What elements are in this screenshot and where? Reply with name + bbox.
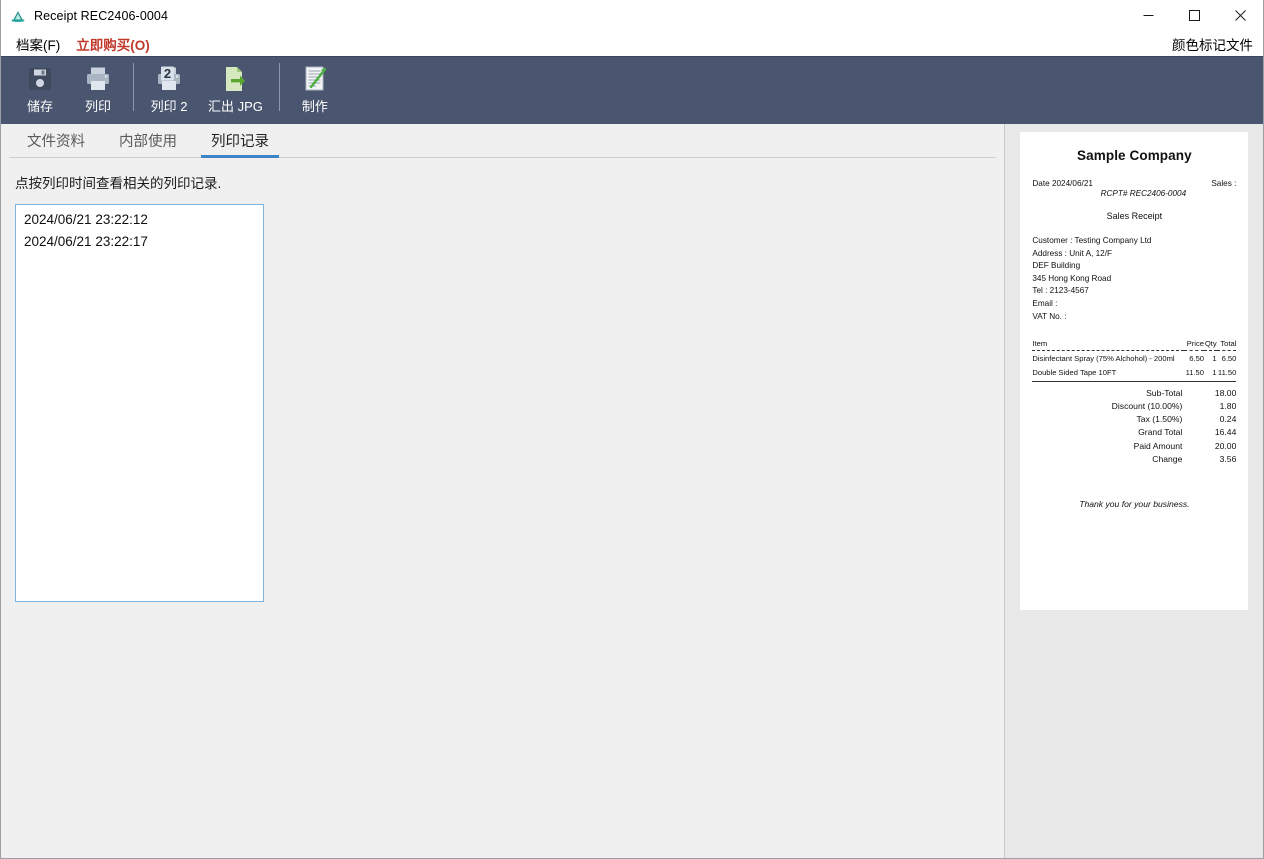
totals-label: Discount (10.00%)	[1111, 400, 1183, 411]
totals-row: Tax (1.50%) 0.24	[1032, 413, 1237, 426]
toolbar-compose[interactable]: 制作	[286, 57, 344, 123]
main-toolbar: 储存 列印 2 列印 2 汇出 JPG 制作	[1, 56, 1263, 124]
totals-value: 0.24	[1219, 414, 1237, 425]
receipt-customer-block: Customer : Testing Company Ltd Address :…	[1032, 235, 1236, 323]
totals-value: 18.00	[1214, 387, 1237, 398]
table-row: Double Sided Tape 10FT 11.50 1 11.50	[1032, 365, 1237, 382]
col-total: Total	[1216, 339, 1237, 352]
window-body: 文件资料 内部使用 列印记录 点按列印时间查看相关的列印记录. 2024/06/…	[1, 124, 1263, 858]
print-2-icon: 2	[153, 63, 185, 95]
totals-value: 16.44	[1214, 427, 1237, 438]
totals-label: Grand Total	[1138, 427, 1183, 438]
toolbar-compose-label: 制作	[301, 99, 328, 114]
toolbar-save-label: 储存	[26, 99, 53, 114]
receipt-customer-line: Tel : 2123-4567	[1032, 286, 1089, 296]
save-icon	[24, 63, 56, 95]
toolbar-separator	[133, 63, 134, 111]
table-header-row: Item Price Qty Total	[1032, 339, 1237, 352]
tab-print-log[interactable]: 列印记录	[201, 126, 279, 158]
receipt-footer-note: Thank you for your business.	[1079, 499, 1190, 510]
toolbar-save[interactable]: 储存	[11, 57, 69, 123]
window-controls	[1125, 0, 1263, 31]
totals-label: Paid Amount	[1133, 440, 1183, 451]
window-title: Receipt REC2406-0004	[34, 8, 169, 23]
totals-row: Change 3.56	[1032, 452, 1236, 465]
receipt-date: Date 2024/06/21	[1032, 179, 1093, 188]
compose-icon	[299, 63, 331, 95]
print-log-panel: 点按列印时间查看相关的列印记录. 2024/06/21 23:22:12 202…	[1, 158, 1004, 858]
receipt-customer-line: Customer : Testing Company Ltd	[1032, 236, 1152, 245]
left-pane: 文件资料 内部使用 列印记录 点按列印时间查看相关的列印记录. 2024/06/…	[1, 124, 1006, 858]
list-item[interactable]: 2024/06/21 23:22:17	[16, 231, 263, 253]
toolbar-export-jpg-label: 汇出 JPG	[208, 99, 263, 114]
receipt-items-table: Item Price Qty Total Disinfectant Spray …	[1032, 339, 1237, 382]
totals-label: Change	[1152, 453, 1183, 464]
toolbar-separator-2	[278, 63, 280, 111]
tab-internal-use[interactable]: 内部使用	[109, 126, 187, 158]
receipt-customer-line: VAT No. :	[1032, 311, 1067, 321]
list-item[interactable]: 2024/06/21 23:22:12	[16, 209, 263, 231]
maximize-button[interactable]	[1171, 0, 1217, 31]
cell-item: Double Sided Tape 10FT	[1032, 367, 1117, 377]
table-row: Disinfectant Spray (75% Alchohol) - 200m…	[1032, 351, 1236, 365]
print-log-listbox[interactable]: 2024/06/21 23:22:12 2024/06/21 23:22:17	[15, 204, 264, 602]
receipt-doc-title: Sales Receipt	[1106, 211, 1163, 221]
totals-value: 20.00	[1214, 440, 1237, 451]
application-window: Receipt REC2406-0004 档案(F) 立即购买(O) 颜色标记文…	[0, 0, 1264, 859]
receipt-totals-table: Sub-Total 18.00 Discount (10.00%) 1.80 T…	[1032, 386, 1237, 465]
receipt-customer-line: 345 Hong Kong Road	[1032, 273, 1112, 283]
col-item: Item	[1032, 339, 1185, 352]
cell-price: 11.50	[1185, 367, 1205, 377]
receipt-company-name: Sample Company	[1077, 148, 1192, 163]
totals-row: Sub-Total 18.00	[1032, 386, 1236, 399]
title-bar: Receipt REC2406-0004	[1, 0, 1263, 31]
tab-document-info[interactable]: 文件资料	[17, 126, 95, 158]
toolbar-export-jpg[interactable]: 汇出 JPG	[198, 57, 273, 123]
receipt-number: RCPT# REC2406-0004	[1100, 189, 1187, 198]
receipt-sales-label: Sales :	[1211, 179, 1237, 188]
cell-price: 6.50	[1189, 354, 1205, 364]
app-icon	[10, 8, 26, 24]
menu-file[interactable]: 档案(F)	[8, 32, 68, 56]
export-jpg-icon	[219, 63, 251, 95]
totals-row: Paid Amount 20.00	[1032, 439, 1237, 452]
print-log-hint: 点按列印时间查看相关的列印记录.	[15, 176, 222, 191]
totals-label: Tax (1.50%)	[1136, 414, 1183, 425]
cell-total: 11.50	[1217, 367, 1237, 377]
preview-pane: Sample Company Date 2024/06/21 Sales : R…	[1005, 124, 1263, 858]
receipt-date-row: Date 2024/06/21 Sales :	[1032, 179, 1236, 188]
col-price: Price	[1184, 339, 1205, 352]
col-qty: Qty	[1204, 339, 1217, 352]
print-icon	[82, 63, 114, 95]
cell-total: 6.50	[1221, 354, 1237, 364]
tab-strip: 文件资料 内部使用 列印记录	[1, 124, 1005, 158]
cell-qty: 1	[1212, 367, 1217, 377]
menu-bar: 档案(F) 立即购买(O) 颜色标记文件	[1, 31, 1263, 56]
menu-buy-now[interactable]: 立即购买(O)	[68, 32, 158, 56]
close-button[interactable]	[1217, 0, 1263, 31]
toolbar-print-2[interactable]: 2 列印 2	[140, 57, 198, 123]
cell-item: Disinfectant Spray (75% Alchohol) - 200m…	[1032, 354, 1175, 364]
cell-qty: 1	[1212, 354, 1217, 364]
receipt-preview: Sample Company Date 2024/06/21 Sales : R…	[1020, 132, 1249, 610]
receipt-customer-line: Email :	[1032, 298, 1058, 308]
totals-value: 1.80	[1219, 400, 1237, 411]
color-tag-file-label[interactable]: 颜色标记文件	[1172, 34, 1253, 54]
totals-label: Sub-Total	[1146, 387, 1183, 398]
receipt-customer-line: Address : Unit A, 12/F	[1032, 248, 1113, 258]
toolbar-print-2-label: 列印 2	[150, 99, 188, 114]
toolbar-print[interactable]: 列印	[69, 57, 127, 123]
minimize-button[interactable]	[1125, 0, 1171, 31]
totals-row: Discount (10.00%) 1.80	[1032, 399, 1237, 412]
svg-text:2: 2	[164, 66, 171, 81]
toolbar-print-label: 列印	[84, 99, 111, 114]
totals-row: Grand Total 16.44	[1032, 426, 1236, 439]
receipt-customer-line: DEF Building	[1032, 261, 1081, 271]
totals-value: 3.56	[1219, 453, 1237, 464]
